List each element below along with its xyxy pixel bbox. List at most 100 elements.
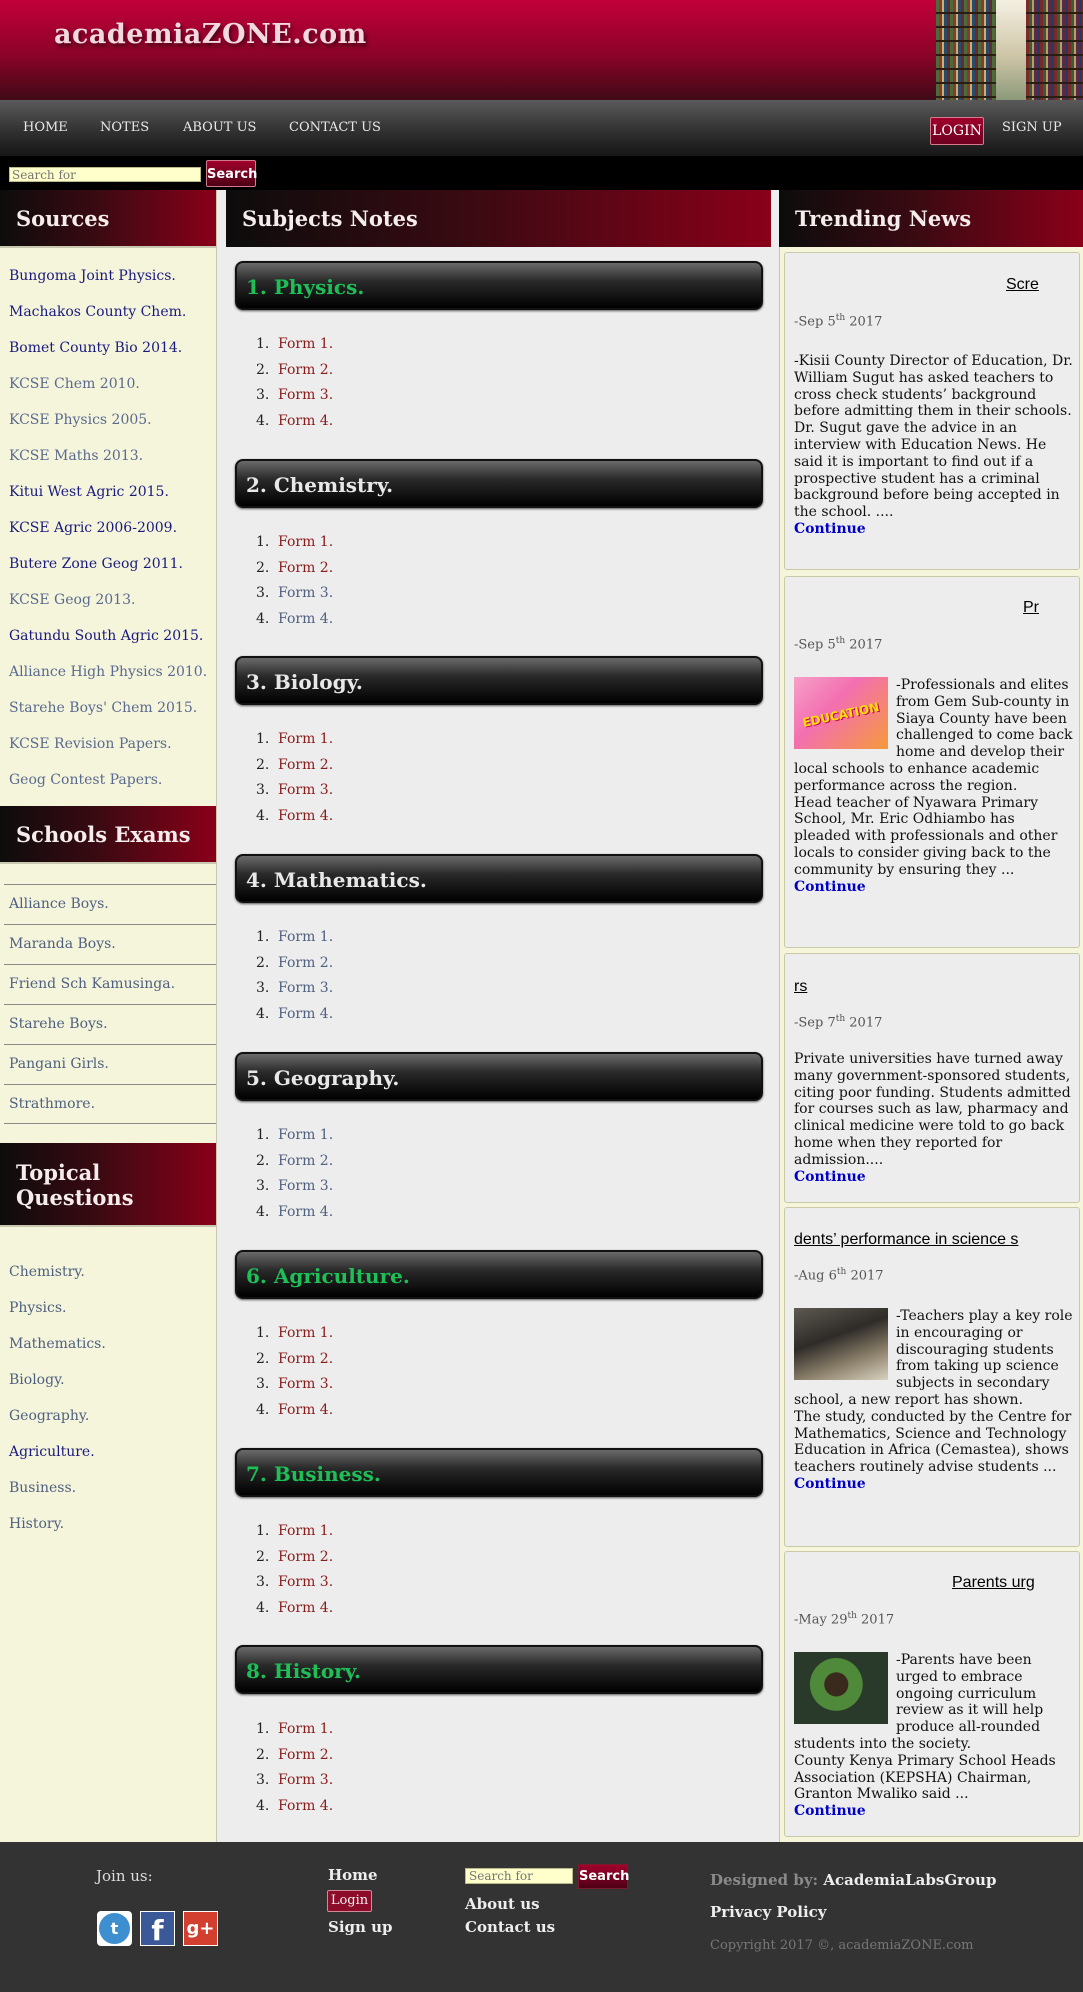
form-link[interactable]: Form 1.: [278, 1721, 333, 1737]
nav-contact-us[interactable]: CONTACT US: [289, 120, 381, 135]
topical-link[interactable]: Biology.: [9, 1372, 65, 1388]
footer-search-input[interactable]: [465, 1868, 573, 1884]
source-link[interactable]: KCSE Chem 2010.: [9, 376, 140, 392]
continue-link[interactable]: Continue: [794, 1169, 1075, 1186]
topical-link[interactable]: History.: [9, 1516, 64, 1532]
form-link[interactable]: Form 1.: [278, 929, 333, 945]
footer-home-link[interactable]: Home: [328, 1866, 378, 1884]
school-exam-link[interactable]: Strathmore.: [4, 1084, 216, 1124]
continue-link[interactable]: Continue: [794, 1476, 1075, 1493]
designer-link[interactable]: AcademiaLabsGroup: [823, 1871, 996, 1889]
source-link[interactable]: Bomet County Bio 2014.: [9, 340, 182, 356]
nav-home[interactable]: HOME: [23, 120, 68, 135]
school-exam-link[interactable]: Pangani Girls.: [4, 1044, 216, 1084]
news-title[interactable]: Pr: [1023, 599, 1039, 617]
form-link[interactable]: Form 2.: [278, 1153, 333, 1169]
footer-about-link[interactable]: About us: [465, 1895, 540, 1913]
form-link[interactable]: Form 1.: [278, 336, 333, 352]
form-link[interactable]: Form 3.: [278, 1574, 333, 1590]
source-link[interactable]: KCSE Geog 2013.: [9, 592, 135, 608]
school-exam-link[interactable]: Starehe Boys.: [4, 1004, 216, 1044]
form-link[interactable]: Form 1.: [278, 1127, 333, 1143]
form-link[interactable]: Form 1.: [278, 1523, 333, 1539]
footer-contact-link[interactable]: Contact us: [465, 1918, 555, 1936]
subject-bar-history[interactable]: 8. History.: [235, 1645, 763, 1694]
source-link[interactable]: Alliance High Physics 2010.: [9, 664, 207, 680]
site-title[interactable]: academiaZONE.com: [54, 19, 367, 50]
form-link[interactable]: Form 4.: [278, 413, 333, 429]
form-link[interactable]: Form 3.: [278, 387, 333, 403]
form-link[interactable]: Form 4.: [278, 1204, 333, 1220]
twitter-icon[interactable]: t: [97, 1911, 132, 1946]
topical-link[interactable]: Mathematics.: [9, 1336, 106, 1352]
privacy-policy-link[interactable]: Privacy Policy: [710, 1903, 827, 1921]
form-link[interactable]: Form 2.: [278, 1747, 333, 1763]
continue-link[interactable]: Continue: [794, 521, 1075, 538]
source-link[interactable]: Butere Zone Geog 2011.: [9, 556, 183, 572]
form-link[interactable]: Form 2.: [278, 1549, 333, 1565]
form-link[interactable]: Form 3.: [278, 585, 333, 601]
topical-link[interactable]: Geography.: [9, 1408, 89, 1424]
source-link[interactable]: Geog Contest Papers.: [9, 772, 162, 788]
topical-link[interactable]: Business.: [9, 1480, 76, 1496]
form-link[interactable]: Form 2.: [278, 955, 333, 971]
form-link[interactable]: Form 3.: [278, 980, 333, 996]
continue-link[interactable]: Continue: [794, 1803, 1075, 1820]
form-link[interactable]: Form 2.: [278, 1351, 333, 1367]
search-button[interactable]: Search: [206, 160, 257, 187]
form-link[interactable]: Form 1.: [278, 534, 333, 550]
form-link[interactable]: Form 3.: [278, 1178, 333, 1194]
topical-link[interactable]: Agriculture.: [9, 1444, 95, 1460]
news-title[interactable]: Parents urg: [952, 1574, 1035, 1592]
subject-bar-geography[interactable]: 5. Geography.: [235, 1052, 763, 1101]
science-lab-photo[interactable]: [794, 1308, 888, 1380]
school-exam-link[interactable]: Maranda Boys.: [4, 924, 216, 964]
form-link[interactable]: Form 3.: [278, 782, 333, 798]
form-link[interactable]: Form 4.: [278, 1600, 333, 1616]
source-link[interactable]: Bungoma Joint Physics.: [9, 268, 176, 284]
topical-link[interactable]: Physics.: [9, 1300, 66, 1316]
source-link[interactable]: Kitui West Agric 2015.: [9, 484, 169, 500]
footer-signup-link[interactable]: Sign up: [328, 1918, 393, 1936]
form-link[interactable]: Form 2.: [278, 560, 333, 576]
subject-bar-mathematics[interactable]: 4. Mathematics.: [235, 854, 763, 903]
form-link[interactable]: Form 2.: [278, 757, 333, 773]
source-link[interactable]: KCSE Revision Papers.: [9, 736, 172, 752]
topical-link[interactable]: Chemistry.: [9, 1264, 85, 1280]
school-exam-link[interactable]: Friend Sch Kamusinga.: [4, 964, 216, 1004]
news-title[interactable]: Scre: [1006, 276, 1039, 294]
continue-link[interactable]: Continue: [794, 879, 1075, 896]
nav-about-us[interactable]: ABOUT US: [183, 120, 256, 135]
footer-search-button[interactable]: Search: [578, 1864, 629, 1889]
form-link[interactable]: Form 3.: [278, 1772, 333, 1788]
chairman-portrait-photo[interactable]: [794, 1652, 888, 1724]
form-link[interactable]: Form 1.: [278, 731, 333, 747]
google-plus-icon[interactable]: g+: [183, 1911, 218, 1946]
search-input[interactable]: [9, 167, 201, 182]
form-link[interactable]: Form 1.: [278, 1325, 333, 1341]
source-link[interactable]: Starehe Boys' Chem 2015.: [9, 700, 197, 716]
subject-bar-chemistry[interactable]: 2. Chemistry.: [235, 459, 763, 508]
signup-link[interactable]: SIGN UP: [1002, 120, 1062, 135]
login-button[interactable]: LOGIN: [930, 117, 984, 145]
subject-bar-business[interactable]: 7. Business.: [235, 1448, 763, 1497]
source-link[interactable]: KCSE Agric 2006-2009.: [9, 520, 177, 536]
form-link[interactable]: Form 3.: [278, 1376, 333, 1392]
footer-login-button[interactable]: Login: [327, 1890, 372, 1912]
source-link[interactable]: Gatundu South Agric 2015.: [9, 628, 203, 644]
news-title[interactable]: dents’ performance in science s: [794, 1231, 1018, 1249]
school-exam-link[interactable]: Alliance Boys.: [4, 884, 216, 924]
form-link[interactable]: Form 4.: [278, 1402, 333, 1418]
form-link[interactable]: Form 4.: [278, 808, 333, 824]
subject-bar-agriculture[interactable]: 6. Agriculture.: [235, 1250, 763, 1299]
nav-notes[interactable]: NOTES: [100, 120, 149, 135]
source-link[interactable]: KCSE Physics 2005.: [9, 412, 152, 428]
form-link[interactable]: Form 4.: [278, 1798, 333, 1814]
source-link[interactable]: KCSE Maths 2013.: [9, 448, 143, 464]
education-magazine-image[interactable]: [794, 677, 888, 749]
form-link[interactable]: Form 2.: [278, 362, 333, 378]
subject-bar-biology[interactable]: 3. Biology.: [235, 656, 763, 705]
news-title[interactable]: rs: [794, 978, 807, 996]
form-link[interactable]: Form 4.: [278, 1006, 333, 1022]
source-link[interactable]: Machakos County Chem.: [9, 304, 186, 320]
